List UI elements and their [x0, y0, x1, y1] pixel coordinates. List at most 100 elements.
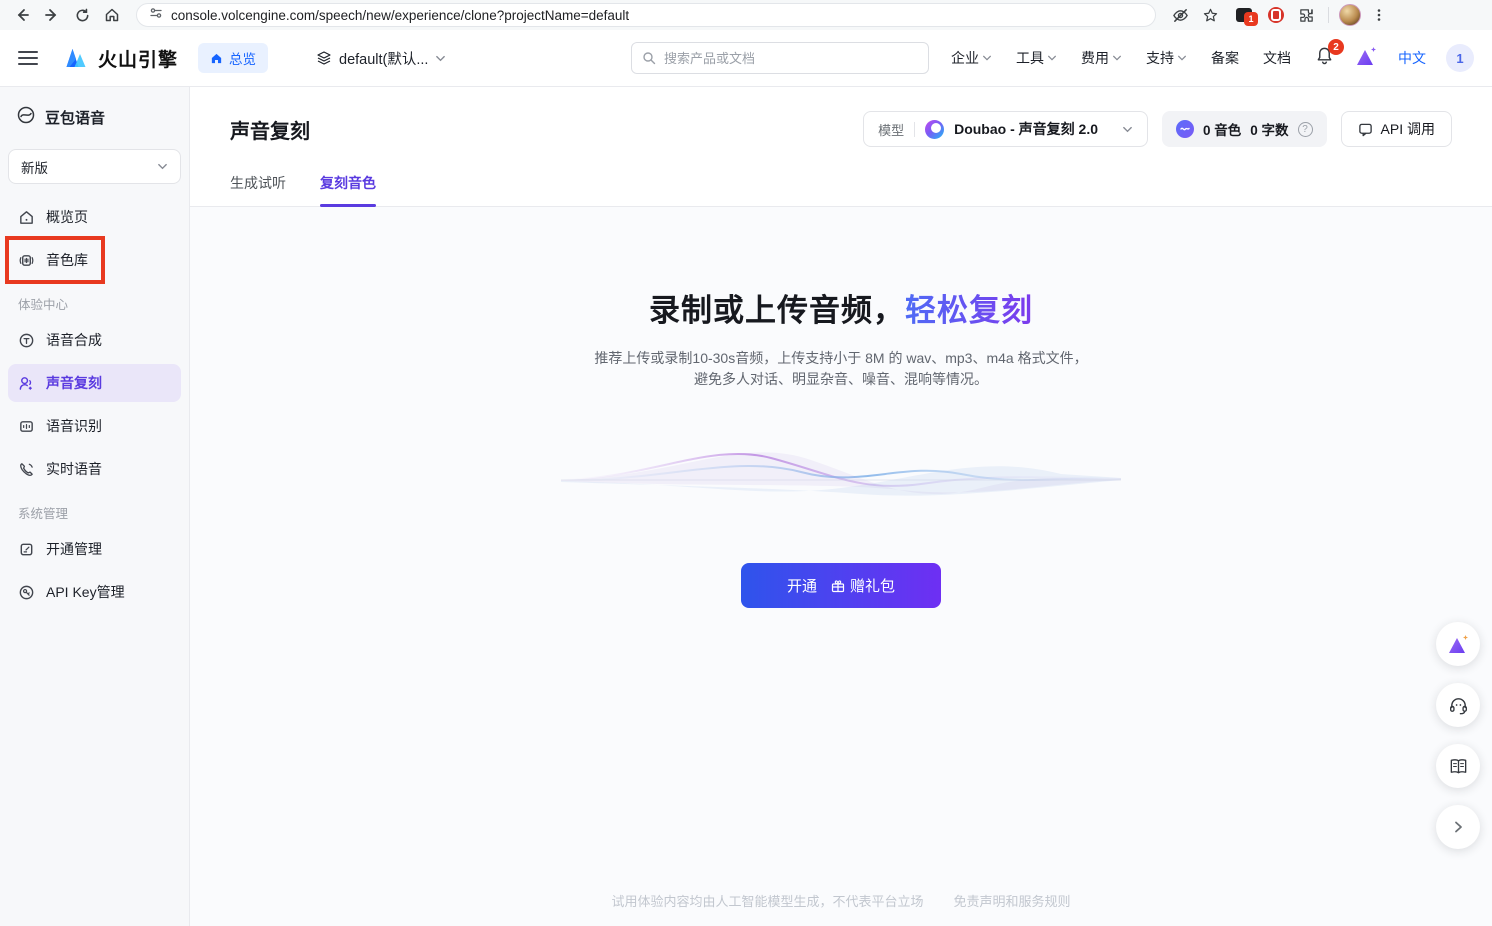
model-label: 模型 — [878, 120, 904, 139]
sidebar-item-overview[interactable]: 概览页 — [8, 198, 181, 236]
model-selector[interactable]: 模型 Doubao - 声音复刻 2.0 — [863, 111, 1148, 147]
sidebar-item-tts[interactable]: 语音合成 — [8, 321, 181, 359]
chevron-down-icon — [1047, 53, 1057, 63]
privacy-eye-icon[interactable] — [1168, 3, 1192, 27]
chevron-down-icon — [1112, 53, 1122, 63]
hero-desc-line2: 避免多人对话、明显杂音、噪音、混响等情况。 — [190, 369, 1492, 390]
content-footer: 试用体验内容均由人工智能模型生成，不代表平台立场 免责声明和服务规则 — [190, 891, 1492, 910]
account-avatar[interactable]: 1 — [1446, 44, 1474, 72]
search-input[interactable] — [664, 51, 918, 66]
volcengine-logo[interactable]: 火山引擎 — [64, 45, 178, 72]
brand-text: 火山引擎 — [98, 45, 178, 72]
content-area: 录制或上传音频，轻松复刻 推荐上传或录制10-30s音频，上传支持小于 8M 的… — [190, 207, 1492, 926]
nav-icp[interactable]: 备案 — [1211, 48, 1239, 68]
nav-docs[interactable]: 文档 — [1263, 48, 1291, 68]
chevron-down-icon — [157, 161, 168, 172]
bookmark-star-icon[interactable] — [1198, 3, 1222, 27]
extension-badge: 1 — [1244, 12, 1258, 26]
browser-menu-icon[interactable] — [1367, 3, 1391, 27]
disclaimer-link[interactable]: 免责声明和服务规则 — [954, 891, 1071, 910]
browser-toolbar: console.volcengine.com/speech/new/experi… — [0, 0, 1492, 30]
floating-buttons — [1436, 622, 1480, 849]
tab-bar: 生成试听 复刻音色 — [190, 173, 1492, 207]
sidebar-item-api-key[interactable]: API Key管理 — [8, 573, 181, 611]
overview-home-icon — [210, 52, 223, 65]
help-icon[interactable]: ? — [1298, 122, 1313, 137]
doubao-logo-icon — [925, 120, 944, 139]
overview-button[interactable]: 总览 — [198, 43, 268, 73]
page-title: 声音复刻 — [230, 115, 310, 144]
address-bar[interactable]: console.volcengine.com/speech/new/experi… — [136, 3, 1156, 27]
speech-synthesis-icon — [17, 331, 35, 349]
menu-hamburger-icon[interactable] — [18, 51, 38, 65]
speech-recognition-icon — [17, 417, 35, 435]
sidebar-item-realtime[interactable]: 实时语音 — [8, 450, 181, 488]
sidebar-item-asr[interactable]: 语音识别 — [8, 407, 181, 445]
forward-icon[interactable] — [40, 3, 64, 27]
tab-clone-voice[interactable]: 复刻音色 — [320, 173, 376, 206]
realtime-voice-phone-icon — [17, 460, 35, 478]
product-search[interactable] — [631, 42, 929, 74]
support-button[interactable] — [1436, 683, 1480, 727]
api-chat-icon — [1358, 122, 1373, 137]
voice-clone-icon — [17, 374, 35, 392]
nav-tools[interactable]: 工具 — [1016, 48, 1057, 68]
sidebar-item-activation[interactable]: 开通管理 — [8, 530, 181, 568]
usage-characters: 0 字数 — [1250, 119, 1288, 139]
browser-profile-avatar[interactable] — [1339, 4, 1361, 26]
hero-desc-line1: 推荐上传或录制10-30s音频，上传支持小于 8M 的 wav、mp3、m4a … — [190, 348, 1492, 369]
tab-generate-preview[interactable]: 生成试听 — [230, 173, 286, 206]
layers-icon — [316, 50, 332, 66]
ai-mountain-icon — [1446, 633, 1470, 655]
extension-red-icon[interactable] — [1268, 7, 1284, 23]
back-icon[interactable] — [10, 3, 34, 27]
usage-voices: 0 音色 — [1203, 119, 1241, 139]
toolbar-divider — [1328, 7, 1329, 23]
hero-title: 录制或上传音频，轻松复刻 — [190, 285, 1492, 330]
home-outline-icon — [17, 208, 35, 226]
api-call-button[interactable]: API 调用 — [1341, 111, 1452, 147]
open-book-icon — [1448, 756, 1469, 777]
gift-icon — [831, 579, 845, 593]
ai-assistant-mountain-icon[interactable] — [1354, 45, 1378, 72]
model-value: Doubao - 声音复刻 2.0 — [954, 119, 1098, 139]
chevron-down-icon — [1177, 53, 1187, 63]
api-key-icon — [17, 583, 35, 601]
chevron-down-icon — [435, 53, 446, 64]
usage-pill: 0 音色 0 字数 ? — [1162, 111, 1327, 147]
hero-description: 推荐上传或录制10-30s音频，上传支持小于 8M 的 wav、mp3、m4a … — [190, 348, 1492, 390]
nav-billing[interactable]: 费用 — [1081, 48, 1122, 68]
sidebar: 豆包语音 新版 概览页 音色库 体验中心 语音合成 — [0, 87, 190, 926]
main-panel: 声音复刻 模型 Doubao - 声音复刻 2.0 0 音色 0 字数 ? — [190, 87, 1492, 926]
version-selector[interactable]: 新版 — [8, 149, 181, 184]
url-text[interactable]: console.volcengine.com/speech/new/experi… — [171, 8, 629, 23]
sidebar-section-experience: 体验中心 — [8, 284, 181, 321]
sidebar-item-voice-library[interactable]: 音色库 — [8, 241, 181, 279]
product-header: 豆包语音 — [8, 101, 181, 129]
gift-label: 赠礼包 — [850, 575, 895, 596]
volcengine-mountain-icon — [64, 46, 90, 70]
gift-package: 赠礼包 — [831, 575, 895, 596]
divider — [914, 122, 915, 137]
docs-button[interactable] — [1436, 744, 1480, 788]
notification-badge: 2 — [1328, 39, 1344, 55]
activation-doc-icon — [17, 540, 35, 558]
sidebar-item-voice-clone[interactable]: 声音复刻 — [8, 364, 181, 402]
notification-bell-icon[interactable]: 2 — [1315, 46, 1334, 70]
extensions-puzzle-icon[interactable] — [1294, 3, 1318, 27]
site-info-icon[interactable] — [149, 6, 163, 25]
collapse-button[interactable] — [1436, 805, 1480, 849]
nav-support[interactable]: 支持 — [1146, 48, 1187, 68]
chevron-down-icon — [982, 53, 992, 63]
extension-adblock-icon[interactable]: 1 — [1236, 8, 1252, 22]
project-selector[interactable]: default(默认... — [316, 48, 446, 69]
ai-assistant-button[interactable] — [1436, 622, 1480, 666]
reload-icon[interactable] — [70, 3, 94, 27]
activate-label: 开通 — [787, 575, 817, 596]
language-switcher[interactable]: 中文 — [1398, 48, 1426, 68]
disclaimer-text: 试用体验内容均由人工智能模型生成，不代表平台立场 — [611, 891, 923, 910]
doubao-voice-icon — [16, 105, 36, 129]
nav-enterprise[interactable]: 企业 — [951, 48, 992, 68]
activate-button[interactable]: 开通 赠礼包 — [741, 563, 941, 608]
home-icon[interactable] — [100, 3, 124, 27]
